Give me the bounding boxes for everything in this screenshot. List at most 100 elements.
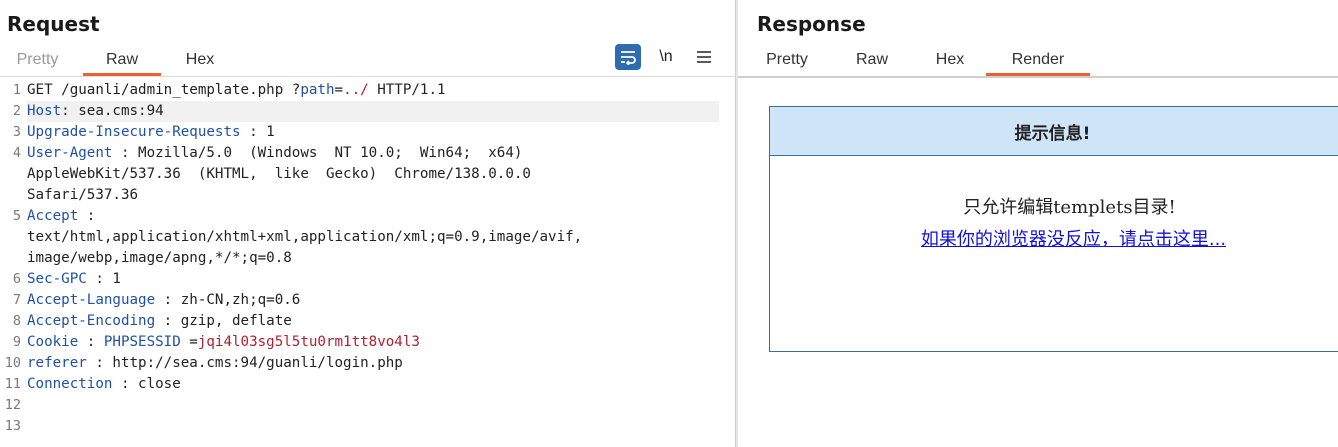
- token: jqi4l03sg5l5tu0rm1tt8vo4l3: [197, 334, 420, 350]
- token: : close: [112, 376, 181, 392]
- token: : 1: [86, 271, 121, 287]
- token: :: [78, 208, 96, 224]
- line-content: Accept :: [27, 206, 735, 227]
- token: Safari/537.36: [27, 187, 139, 203]
- line-content: [27, 395, 735, 416]
- token: Accept-Encoding: [27, 313, 156, 329]
- line-number: 13: [4, 418, 21, 434]
- request-pane: Request Pretty Raw Hex \n 1 GET /guanli/a…: [0, 0, 735, 447]
- token: image/webp,image/apng,*/*;q=0.8: [27, 250, 292, 266]
- token: User-Agent: [27, 145, 113, 161]
- line-content: User-Agent : Mozilla/5.0 (Windows NT 10.…: [27, 143, 735, 164]
- rendered-message-box: 提示信息! 只允许编辑templets目录! 如果你的浏览器没反应，请点击这里.…: [769, 106, 1338, 352]
- line-number: 10: [4, 355, 21, 371]
- editor-line[interactable]: 5 Accept :: [0, 206, 735, 227]
- line-content: AppleWebKit/537.36 (KHTML, like Gecko) C…: [27, 164, 735, 185]
- line-number: 8: [12, 313, 21, 329]
- line-content: Accept-Language : zh-CN,zh;q=0.6: [27, 290, 735, 311]
- response-tabs: Pretty Raw Hex Render: [744, 48, 1090, 76]
- token: :: [78, 334, 104, 350]
- token: GET /guanli/admin_template.php ?: [27, 82, 301, 98]
- line-number: [0, 227, 27, 248]
- request-toolbar: \n: [615, 44, 717, 70]
- request-title: Request: [7, 12, 100, 36]
- line-content: Accept-Encoding : gzip, deflate: [27, 311, 735, 332]
- tab-response-render[interactable]: Render: [986, 48, 1090, 76]
- tab-request-pretty[interactable]: Pretty: [0, 48, 75, 76]
- line-number: 1: [12, 82, 21, 98]
- editor-line[interactable]: 7 Accept-Language : zh-CN,zh;q=0.6: [0, 290, 735, 311]
- line-content: Upgrade-Insecure-Requests : 1: [27, 122, 735, 143]
- line-content: Cookie : PHPSESSID =jqi4l03sg5l5tu0rm1tt…: [27, 332, 735, 353]
- editor-line[interactable]: 2 Host: sea.cms:94: [0, 101, 735, 122]
- hamburger-menu-icon[interactable]: [691, 44, 717, 70]
- editor-line[interactable]: Safari/537.36: [0, 185, 735, 206]
- editor-line[interactable]: 12: [0, 395, 735, 416]
- line-content: Safari/537.36: [27, 185, 735, 206]
- editor-line[interactable]: 4 User-Agent : Mozilla/5.0 (Windows NT 10…: [0, 143, 735, 164]
- line-number: [0, 164, 27, 185]
- editor-line[interactable]: text/html,application/xhtml+xml,applicat…: [0, 227, 735, 248]
- editor-line[interactable]: 13: [0, 416, 735, 437]
- token: Accept-Language: [27, 292, 156, 308]
- token: : 1: [240, 124, 275, 140]
- rendered-redirect-link[interactable]: 如果你的浏览器没反应，请点击这里...: [770, 225, 1338, 251]
- token: : gzip, deflate: [155, 313, 292, 329]
- line-content: Sec-GPC : 1: [27, 269, 735, 290]
- editor-line[interactable]: 10 referer : http://sea.cms:94/guanli/log…: [0, 353, 735, 374]
- line-content: Host: sea.cms:94: [27, 101, 719, 122]
- show-newlines-button[interactable]: \n: [653, 44, 679, 70]
- editor-line[interactable]: 9 Cookie : PHPSESSID =jqi4l03sg5l5tu0rm1t…: [0, 332, 735, 353]
- line-content: Connection : close: [27, 374, 735, 395]
- editor-line[interactable]: 1 GET /guanli/admin_template.php ?path=..…: [0, 80, 735, 101]
- token: Sec-GPC: [27, 271, 87, 287]
- token: Accept: [27, 208, 79, 224]
- line-content: text/html,application/xhtml+xml,applicat…: [27, 227, 735, 248]
- request-tabs: Pretty Raw Hex: [0, 48, 239, 76]
- token: HTTP/1.1: [368, 82, 446, 98]
- editor-line[interactable]: AppleWebKit/537.36 (KHTML, like Gecko) C…: [0, 164, 735, 185]
- tab-response-hex[interactable]: Hex: [914, 48, 986, 76]
- rendered-message: 只允许编辑templets目录!: [963, 197, 1176, 218]
- line-number: 11: [4, 376, 21, 392]
- token: Host: [27, 103, 62, 119]
- token: Connection: [27, 376, 113, 392]
- token: : http://sea.cms:94/guanli/login.php: [86, 355, 403, 371]
- token: : sea.cms:94: [61, 103, 164, 119]
- tab-request-raw[interactable]: Raw: [83, 48, 161, 76]
- token: : zh-CN,zh;q=0.6: [155, 292, 301, 308]
- line-number: 2: [12, 103, 21, 119]
- line-content: referer : http://sea.cms:94/guanli/login…: [27, 353, 735, 374]
- line-number: 12: [4, 397, 21, 413]
- tab-request-hex[interactable]: Hex: [161, 48, 239, 76]
- line-number: 7: [12, 292, 21, 308]
- editor-line[interactable]: 3 Upgrade-Insecure-Requests : 1: [0, 122, 735, 143]
- line-content: image/webp,image/apng,*/*;q=0.8: [27, 248, 735, 269]
- response-pane: Response Pretty Raw Hex Render 提示信息! 只允许…: [738, 0, 1338, 447]
- token: referer: [27, 355, 87, 371]
- editor-line[interactable]: image/webp,image/apng,*/*;q=0.8: [0, 248, 735, 269]
- token: path: [300, 82, 335, 98]
- editor-line[interactable]: 8 Accept-Encoding : gzip, deflate: [0, 311, 735, 332]
- token: =: [180, 334, 198, 350]
- token: : Mozilla/5.0 (Windows NT 10.0; Win64; x…: [112, 145, 523, 161]
- request-editor[interactable]: 1 GET /guanli/admin_template.php ?path=..…: [0, 80, 735, 437]
- token: =: [334, 82, 344, 98]
- line-number: [0, 248, 27, 269]
- response-title: Response: [757, 12, 866, 36]
- token: text/html,application/xhtml+xml,applicat…: [27, 229, 583, 245]
- line-number: [0, 185, 27, 206]
- token: Cookie: [27, 334, 79, 350]
- rendered-heading: 提示信息!: [770, 107, 1338, 156]
- line-number: 9: [12, 334, 21, 350]
- response-tabs-divider: [738, 76, 1338, 78]
- line-number: 5: [12, 208, 21, 224]
- line-content: [27, 416, 735, 437]
- line-content: GET /guanli/admin_template.php ?path=../…: [27, 80, 735, 101]
- editor-line[interactable]: 6 Sec-GPC : 1: [0, 269, 735, 290]
- editor-line[interactable]: 11 Connection : close: [0, 374, 735, 395]
- tab-response-raw[interactable]: Raw: [830, 48, 914, 76]
- token: Upgrade-Insecure-Requests: [27, 124, 241, 140]
- tab-response-pretty[interactable]: Pretty: [744, 48, 830, 76]
- wrap-lines-icon[interactable]: [615, 44, 641, 70]
